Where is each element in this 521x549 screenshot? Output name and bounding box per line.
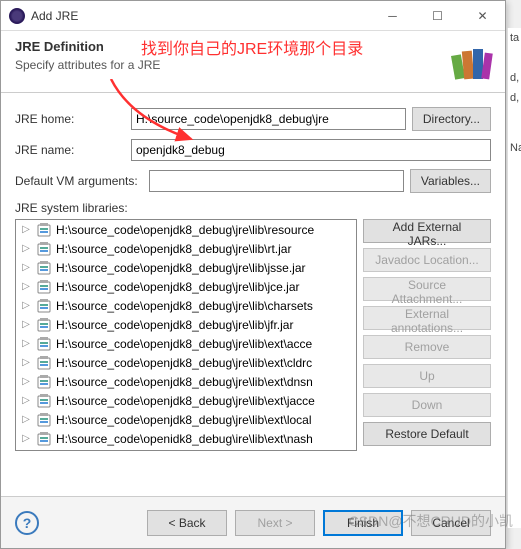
jre-home-input[interactable]: [131, 108, 406, 130]
jar-icon: [36, 241, 52, 257]
next-button[interactable]: Next >: [235, 510, 315, 536]
jar-icon: [36, 355, 52, 371]
tree-row[interactable]: ▷ H:\source_code\openjdk8_debug\jre\lib\j…: [16, 277, 356, 296]
jar-icon: [36, 336, 52, 352]
variables-button[interactable]: Variables...: [410, 169, 491, 193]
jar-path: H:\source_code\openidk8_debug\ire\lib\ex…: [56, 432, 313, 446]
tree-row[interactable]: ▷ H:\source_code\openjdk8_debug\jre\lib\e…: [16, 372, 356, 391]
form-area: JRE home: Directory... JRE name: Default…: [1, 93, 505, 465]
jre-name-label: JRE name:: [15, 143, 125, 157]
jar-icon: [36, 412, 52, 428]
tree-row[interactable]: ▷ H:\source_code\openjdk8_debug\jre\lib\j…: [16, 258, 356, 277]
restore-default-button[interactable]: Restore Default: [363, 422, 491, 446]
jar-path: H:\source_code\openjdk8_debug\jre\lib\ex…: [56, 413, 312, 427]
down-button[interactable]: Down: [363, 393, 491, 417]
jar-icon: [36, 279, 52, 295]
expand-icon[interactable]: ▷: [20, 357, 32, 368]
dialog-footer: ? < Back Next > Finish Cancel: [1, 496, 505, 548]
expand-icon[interactable]: ▷: [20, 262, 32, 273]
cancel-button[interactable]: Cancel: [411, 510, 491, 536]
jar-path: H:\source_code\openjdk8_debug\jre\lib\js…: [56, 261, 306, 275]
side-buttons: Add External JARs... Javadoc Location...…: [363, 219, 491, 451]
annotation-text: 找到你自己的JRE环境那个目录: [141, 35, 363, 59]
jre-libraries-tree[interactable]: ▷ H:\source_code\openjdk8_debug\jre\lib\r…: [15, 219, 357, 451]
jar-icon: [36, 222, 52, 238]
help-icon[interactable]: ?: [15, 511, 39, 535]
tree-row[interactable]: ▷ H:\source_code\openidk8_debug\ire\lib\e…: [16, 429, 356, 448]
jar-path: H:\source_code\openjdk8_debug\jre\lib\ch…: [56, 299, 313, 313]
add-jre-dialog: Add JRE ─ ☐ ✕ JRE Definition 找到你自己的JRE环境…: [0, 0, 506, 549]
tree-row[interactable]: ▷ H:\source_code\openjdk8_debug\jre\lib\e…: [16, 391, 356, 410]
directory-button[interactable]: Directory...: [412, 107, 491, 131]
expand-icon[interactable]: ▷: [20, 243, 32, 254]
expand-icon[interactable]: ▷: [20, 414, 32, 425]
remove-button[interactable]: Remove: [363, 335, 491, 359]
books-icon: [447, 37, 495, 85]
tree-row[interactable]: ▷ H:\source_code\openjdk8_debug\jre\lib\e…: [16, 334, 356, 353]
tree-row[interactable]: ▷ H:\source_code\openjdk8_debug\jre\lib\r…: [16, 239, 356, 258]
eclipse-icon: [9, 8, 25, 24]
jre-home-label: JRE home:: [15, 112, 125, 126]
jar-path: H:\source_code\openjdk8_debug\jre\lib\ex…: [56, 394, 315, 408]
jar-path: H:\source_code\openjdk8_debug\jre\lib\re…: [56, 223, 314, 237]
up-button[interactable]: Up: [363, 364, 491, 388]
expand-icon[interactable]: ▷: [20, 433, 32, 444]
jar-icon: [36, 298, 52, 314]
back-button[interactable]: < Back: [147, 510, 227, 536]
vm-args-input[interactable]: [149, 170, 404, 192]
system-libs-label: JRE system libraries:: [15, 201, 491, 215]
tree-row[interactable]: ▷ H:\source_code\openjdk8_debug\jre\lib\e…: [16, 353, 356, 372]
jar-path: H:\source_code\openjdk8_debug\jre\lib\jf…: [56, 318, 293, 332]
header-subtitle: Specify attributes for a JRE: [15, 58, 491, 72]
expand-icon[interactable]: ▷: [20, 395, 32, 406]
source-attachment-button[interactable]: Source Attachment...: [363, 277, 491, 301]
tree-row[interactable]: ▷ H:\source_code\openjdk8_debug\jre\lib\r…: [16, 220, 356, 239]
jar-icon: [36, 393, 52, 409]
expand-icon[interactable]: ▷: [20, 319, 32, 330]
maximize-button[interactable]: ☐: [415, 1, 460, 30]
jre-name-input[interactable]: [131, 139, 491, 161]
jar-path: H:\source_code\openjdk8_debug\jre\lib\ex…: [56, 375, 313, 389]
dialog-header: JRE Definition 找到你自己的JRE环境那个目录 Specify a…: [1, 31, 505, 93]
expand-icon[interactable]: ▷: [20, 376, 32, 387]
tree-row[interactable]: ▷ H:\source_code\openjdk8_debug\jre\lib\e…: [16, 410, 356, 429]
expand-icon[interactable]: ▷: [20, 224, 32, 235]
external-annotations-button[interactable]: External annotations...: [363, 306, 491, 330]
tree-row[interactable]: ▷ H:\source_code\openjdk8_debug\jre\lib\j…: [16, 315, 356, 334]
vm-args-label: Default VM arguments:: [15, 174, 143, 188]
jar-icon: [36, 374, 52, 390]
jar-icon: [36, 260, 52, 276]
tree-row[interactable]: ▷ H:\source_code\openjdk8_debug\jre\lib\c…: [16, 296, 356, 315]
finish-button[interactable]: Finish: [323, 510, 403, 536]
expand-icon[interactable]: ▷: [20, 281, 32, 292]
expand-icon[interactable]: ▷: [20, 338, 32, 349]
window-title: Add JRE: [31, 9, 370, 23]
jar-path: H:\source_code\openjdk8_debug\jre\lib\jc…: [56, 280, 300, 294]
titlebar[interactable]: Add JRE ─ ☐ ✕: [1, 1, 505, 31]
javadoc-location-button[interactable]: Javadoc Location...: [363, 248, 491, 272]
jar-icon: [36, 317, 52, 333]
jar-path: H:\source_code\openjdk8_debug\jre\lib\rt…: [56, 242, 291, 256]
background-panel: ta d, d, Na: [507, 28, 521, 528]
jar-icon: [36, 431, 52, 447]
jar-path: H:\source_code\openjdk8_debug\jre\lib\ex…: [56, 337, 312, 351]
jar-path: H:\source_code\openjdk8_debug\jre\lib\ex…: [56, 356, 312, 370]
add-external-jars-button[interactable]: Add External JARs...: [363, 219, 491, 243]
close-button[interactable]: ✕: [460, 1, 505, 30]
expand-icon[interactable]: ▷: [20, 300, 32, 311]
minimize-button[interactable]: ─: [370, 1, 415, 30]
